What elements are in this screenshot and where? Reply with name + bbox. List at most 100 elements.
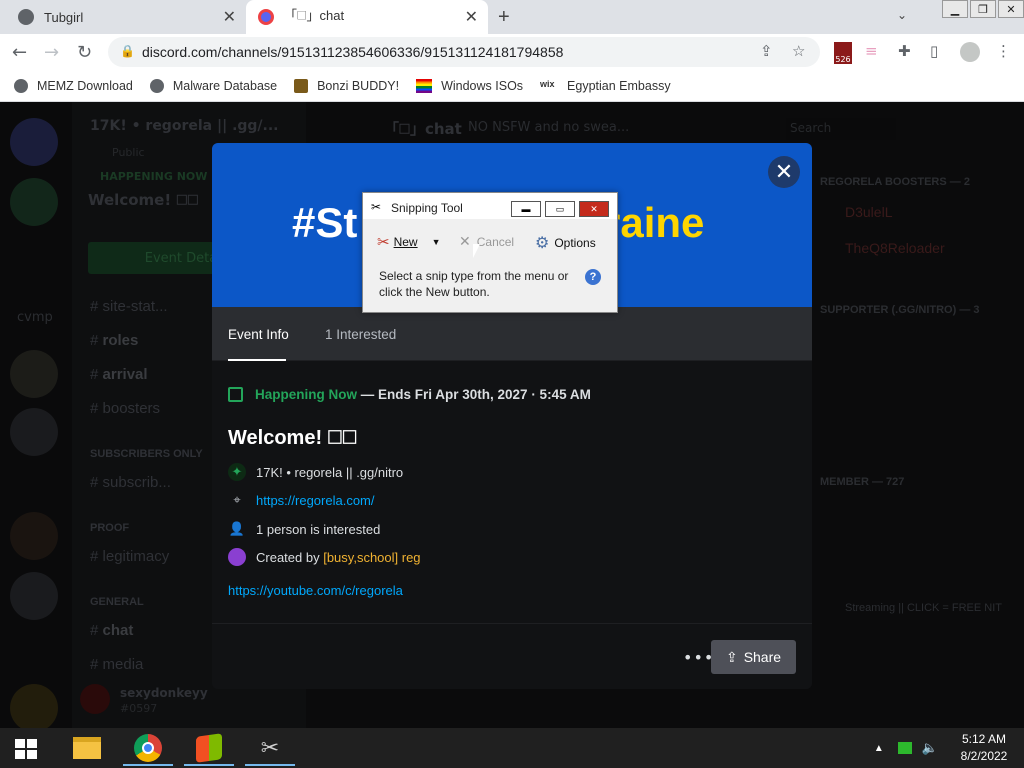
network-icon[interactable] <box>897 742 912 754</box>
user-tag: #0597 <box>120 702 158 715</box>
tab-search-icon[interactable]: ⌄ <box>897 8 907 22</box>
restore-button[interactable]: ❐ <box>970 0 996 18</box>
browser-toolbar: ← → ↻ 🔒 discord.com/channels/91513112385… <box>0 34 1024 70</box>
bookmark-egyptian-embassy[interactable]: wix Egyptian Embassy <box>540 79 671 93</box>
user-name: sexydonkeyy <box>120 686 208 700</box>
search-input[interactable]: Search <box>786 118 896 140</box>
extension-badge: 526 <box>835 55 851 64</box>
close-window-button[interactable]: ✕ <box>579 201 609 217</box>
channel-item[interactable]: # roles <box>90 332 138 349</box>
category-label[interactable]: SUBSCRIBERS ONLY <box>90 448 203 460</box>
new-snip-button[interactable]: ✂ New ▼ <box>377 233 441 251</box>
menu-kebab-icon[interactable]: ⋮ <box>996 42 1011 60</box>
member-name[interactable]: TheQ8Reloader <box>845 240 945 256</box>
new-tab-button[interactable]: + <box>498 6 510 29</box>
bookmark-bonzi[interactable]: Bonzi BUDDY! <box>294 78 399 93</box>
windows-start-icon[interactable] <box>15 739 37 759</box>
close-window-button[interactable]: ✕ <box>998 0 1024 18</box>
more-options-button[interactable]: ••• <box>683 648 714 667</box>
cancel-button[interactable]: ✕ Cancel <box>459 233 514 250</box>
back-icon[interactable]: ← <box>12 42 27 63</box>
file-explorer-button[interactable] <box>58 730 116 766</box>
server-label: cvmp <box>17 310 53 325</box>
windows-taskbar: ✂ ▲ 🔈 5:12 AM 8/2/2022 <box>0 728 1024 768</box>
snipping-tool-titlebar[interactable]: ✂ Snipping Tool ▬ ▭ ✕ <box>363 193 617 219</box>
minimize-button[interactable]: ▬ <box>511 201 541 217</box>
bookmark-malware-db[interactable]: Malware Database <box>149 78 277 93</box>
event-info-panel: Happening Now — Ends Fri Apr 30th, 2027 … <box>212 361 812 623</box>
channel-item[interactable]: # arrival <box>90 366 148 383</box>
banner-text-left: #St <box>292 199 358 246</box>
event-interested-row: 👤 1 person is interested <box>228 520 380 538</box>
url-text[interactable]: discord.com/channels/915131123854606336/… <box>142 44 563 60</box>
tray-expand-icon[interactable]: ▲ <box>874 743 884 754</box>
channel-label: arrival <box>102 366 148 383</box>
category-label[interactable]: GENERAL <box>90 596 144 608</box>
creator-name[interactable]: [busy,school] reg <box>323 550 420 565</box>
description-link[interactable]: https://youtube.com/c/regorela <box>228 583 403 598</box>
windows7-taskbar-button[interactable] <box>180 730 238 766</box>
address-bar[interactable]: 🔒 discord.com/channels/91513112385460633… <box>108 37 820 67</box>
bookmark-star-icon[interactable]: ☆ <box>792 42 805 60</box>
server-name[interactable]: 17K! • regorela || .gg/... <box>90 118 279 134</box>
system-tray: ▲ 🔈 5:12 AM 8/2/2022 <box>874 728 1024 768</box>
event-server-row: ✦ 17K! • regorela || .gg/nitro <box>228 463 403 481</box>
channel-item[interactable]: # subscrib... <box>90 474 171 491</box>
member-name[interactable]: D3ulelL <box>845 204 892 220</box>
tab-tubgirl[interactable]: Tubgirl ✕ <box>0 0 246 34</box>
tab-event-info[interactable]: Event Info <box>228 327 289 361</box>
server-icon[interactable] <box>10 512 58 560</box>
tab-interested[interactable]: 1 Interested <box>325 327 396 342</box>
channel-item[interactable]: # media <box>90 656 143 673</box>
channel-item[interactable]: # chat <box>90 622 133 639</box>
creator-avatar <box>228 548 246 566</box>
channel-label: chat <box>102 622 134 639</box>
server-icon[interactable] <box>10 572 58 620</box>
category-label[interactable]: PROOF <box>90 522 129 534</box>
bookmark-memz[interactable]: MEMZ Download <box>14 78 133 93</box>
volume-icon[interactable]: 🔈 <box>922 740 938 756</box>
reload-icon[interactable]: ↻ <box>77 42 92 63</box>
forward-icon[interactable]: → <box>44 42 59 63</box>
help-icon[interactable]: ? <box>585 269 601 285</box>
server-icon[interactable] <box>10 408 58 456</box>
channel-item[interactable]: # legitimacy <box>90 548 169 565</box>
gear-icon: ⚙ <box>535 235 550 252</box>
folder-icon <box>73 737 101 759</box>
lock-icon[interactable]: 🔒 <box>120 44 135 58</box>
clock[interactable]: 5:12 AM 8/2/2022 <box>944 731 1024 765</box>
puzzle-icon[interactable]: ✚ <box>898 42 911 60</box>
event-status-line: Happening Now — Ends Fri Apr 30th, 2027 … <box>228 387 591 402</box>
channel-item[interactable]: # boosters <box>90 400 160 417</box>
dropdown-arrow-icon[interactable]: ▼ <box>432 237 441 247</box>
snipping-tool-taskbar-button[interactable]: ✂ <box>241 730 299 766</box>
close-tab-icon[interactable]: ✕ <box>223 7 236 27</box>
close-modal-button[interactable]: ✕ <box>768 156 800 188</box>
side-panel-icon[interactable]: ▯ <box>930 42 938 60</box>
profile-icon[interactable] <box>960 42 980 62</box>
tab-chat[interactable]: 「🗆」chat ✕ <box>246 0 488 34</box>
clock-date: 8/2/2022 <box>960 749 1008 763</box>
channel-label: boosters <box>102 400 161 417</box>
scissors-icon: ✂ <box>377 234 390 251</box>
server-icon[interactable] <box>10 178 58 226</box>
maximize-button[interactable]: ▭ <box>545 201 575 217</box>
extension-flag-icon[interactable]: ≡ <box>865 42 878 60</box>
server-icon[interactable] <box>10 350 58 398</box>
bookmark-windows-isos[interactable]: Windows ISOs <box>416 78 523 93</box>
discord-home-icon[interactable] <box>10 118 58 166</box>
minimize-button[interactable]: ▁ <box>942 0 968 18</box>
close-tab-icon[interactable]: ✕ <box>465 7 478 27</box>
share-button[interactable]: ⇪ Share <box>711 640 796 674</box>
chrome-taskbar-button[interactable] <box>119 730 177 766</box>
event-location-link[interactable]: https://regorela.com/ <box>256 493 375 508</box>
options-button[interactable]: ⚙ Options <box>535 233 596 253</box>
bonzi-icon <box>294 78 309 93</box>
extension-icon[interactable]: 526 <box>834 42 852 64</box>
user-avatar[interactable] <box>80 684 110 714</box>
channel-item[interactable]: # site-stat... <box>90 298 168 315</box>
server-icon[interactable] <box>10 684 58 728</box>
event-short-title: Welcome! 🗆🗆 <box>88 191 199 209</box>
snipping-toolbar: ✂ New ▼ ✕ Cancel ⚙ Options <box>363 225 617 255</box>
share-icon[interactable]: ⇪ <box>760 42 773 60</box>
